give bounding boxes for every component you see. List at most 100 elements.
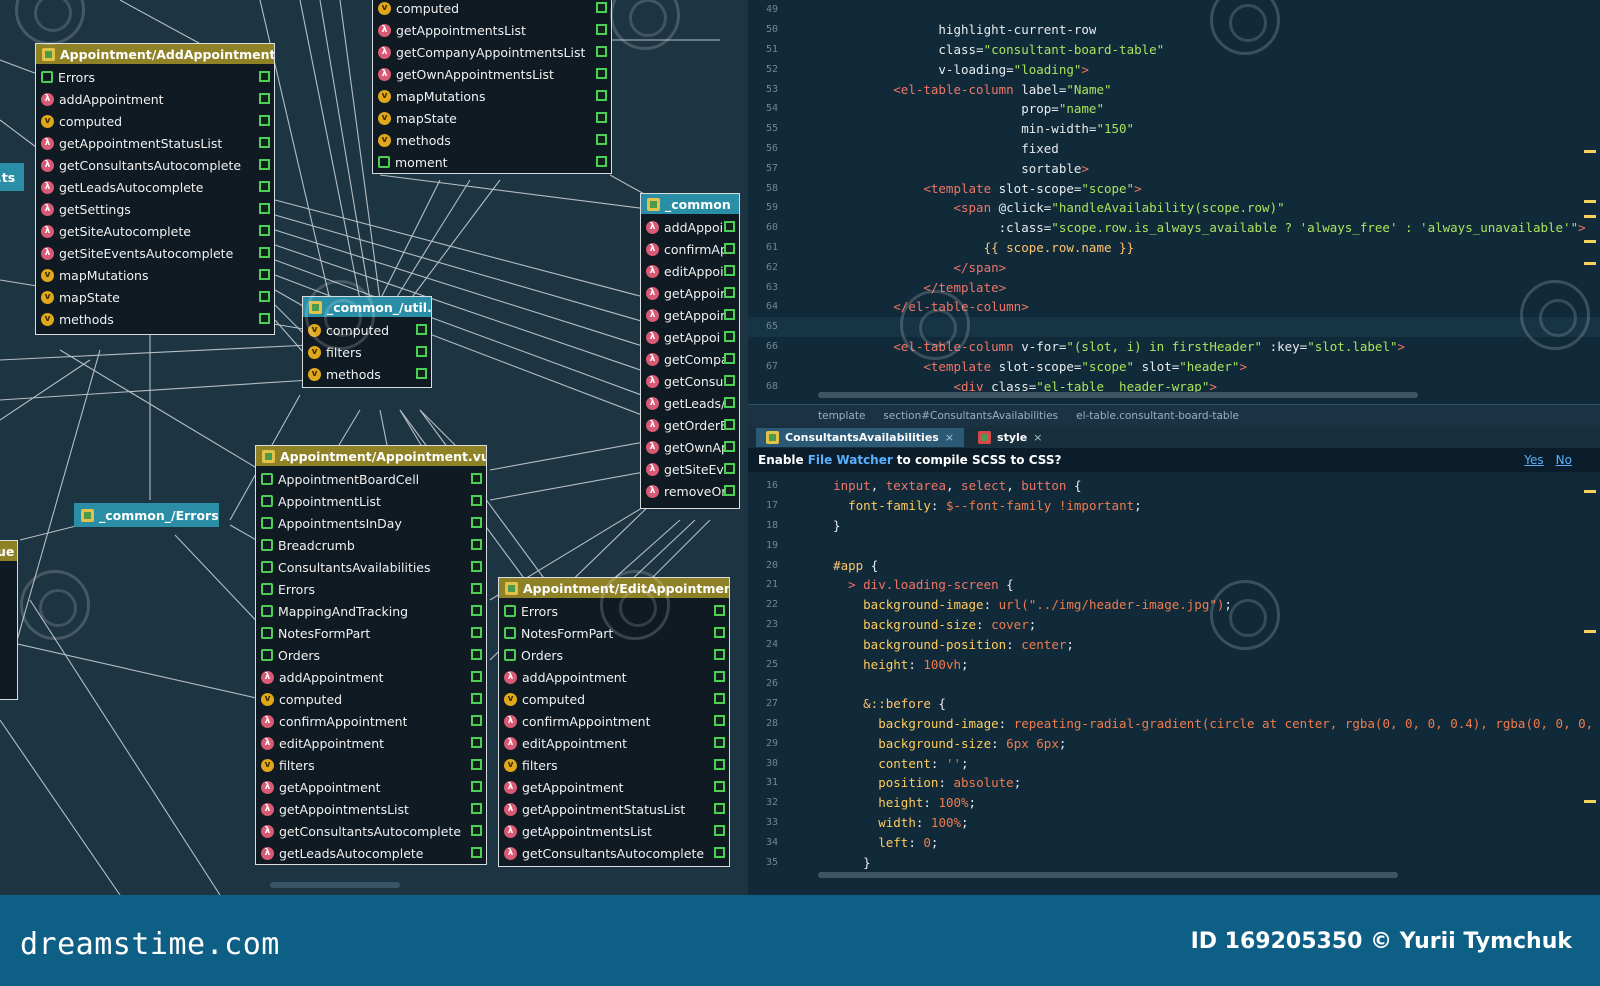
node-header[interactable]: Appointment/AddAppointment.vue bbox=[36, 44, 274, 64]
node-edit-appointment-vue[interactable]: Appointment/EditAppointment.vue Errors No… bbox=[498, 577, 730, 867]
code-line[interactable]: 53 <el-table-column label="Name" bbox=[748, 79, 1600, 99]
yes-link[interactable]: Yes bbox=[1524, 453, 1543, 467]
connector-port-icon[interactable] bbox=[471, 847, 482, 858]
connector-port-icon[interactable] bbox=[259, 269, 270, 280]
code-line[interactable]: 56 fixed bbox=[748, 139, 1600, 159]
code-line[interactable]: 27 &::before { bbox=[748, 694, 1600, 714]
member-row[interactable]: λ getAppointment bbox=[499, 776, 729, 798]
connector-port-icon[interactable] bbox=[259, 115, 270, 126]
member-row[interactable]: AppointmentBoardCell bbox=[256, 468, 486, 490]
node-header[interactable]: _common_/Errors.js bbox=[75, 504, 218, 526]
member-row[interactable]: λ confirmAppointment bbox=[256, 710, 486, 732]
code-line[interactable]: 61 {{ scope.row.name }} bbox=[748, 238, 1600, 258]
member-row[interactable]: λ getLeads/ bbox=[641, 392, 739, 414]
connector-port-icon[interactable] bbox=[471, 539, 482, 550]
member-row[interactable]: v computed bbox=[373, 0, 611, 19]
connector-port-icon[interactable] bbox=[471, 561, 482, 572]
member-row[interactable]: λ getConsultantsAutocomplete bbox=[499, 842, 729, 864]
connector-port-icon[interactable] bbox=[471, 781, 482, 792]
code-line[interactable]: 30 content: ''; bbox=[748, 753, 1600, 773]
node-add-appointment-vue[interactable]: Appointment/AddAppointment.vue Errorsλad… bbox=[35, 43, 275, 335]
member-row[interactable]: λ addAppointment bbox=[256, 666, 486, 688]
member-row[interactable]: Errors bbox=[256, 578, 486, 600]
member-row[interactable]: Breadcrumb bbox=[256, 534, 486, 556]
connector-port-icon[interactable] bbox=[596, 24, 607, 35]
member-row[interactable]: v computed bbox=[499, 688, 729, 710]
code-line[interactable]: 62 </span> bbox=[748, 257, 1600, 277]
member-row[interactable]: λ getOrderE bbox=[641, 414, 739, 436]
connector-port-icon[interactable] bbox=[259, 247, 270, 258]
member-row[interactable]: λ getSettings bbox=[36, 198, 274, 220]
template-code-view[interactable]: 49 50 highlight-current-row 51 class="cons… bbox=[748, 0, 1600, 396]
connector-port-icon[interactable] bbox=[259, 225, 270, 236]
member-row[interactable]: λ editAppointment bbox=[499, 732, 729, 754]
member-row[interactable]: λ getOwnAp bbox=[641, 436, 739, 458]
code-line[interactable]: 24 background-position: center; bbox=[748, 634, 1600, 654]
connector-port-icon[interactable] bbox=[471, 517, 482, 528]
connector-port-icon[interactable] bbox=[724, 287, 735, 298]
node-common-errors-js[interactable]: _common_/Errors.js bbox=[74, 503, 219, 527]
connector-port-icon[interactable] bbox=[714, 605, 725, 616]
close-icon[interactable]: × bbox=[945, 431, 954, 444]
member-row[interactable]: λ getLeadsAutocomplete bbox=[36, 176, 274, 198]
member-row[interactable]: λ getSiteEve bbox=[641, 458, 739, 480]
node-appointment-vue[interactable]: Appointment/Appointment.vue AppointmentB… bbox=[255, 445, 487, 865]
connector-port-icon[interactable] bbox=[724, 309, 735, 320]
member-row[interactable]: λ getAppointmentsList bbox=[499, 820, 729, 842]
connector-port-icon[interactable] bbox=[596, 2, 607, 13]
bottom-editor-scrollbar[interactable] bbox=[818, 872, 1398, 878]
member-row[interactable]: λ getAppointmentStatusList bbox=[36, 132, 274, 154]
member-row[interactable]: λ getCompa bbox=[641, 348, 739, 370]
connector-port-icon[interactable] bbox=[724, 221, 735, 232]
connector-port-icon[interactable] bbox=[471, 803, 482, 814]
code-line[interactable]: 35 } bbox=[748, 852, 1600, 872]
connector-port-icon[interactable] bbox=[471, 473, 482, 484]
breadcrumb-item[interactable]: el-table.consultant-board-table bbox=[1076, 410, 1239, 422]
code-line[interactable]: 66 <el-table-column v-for="(slot, i) in … bbox=[748, 337, 1600, 357]
member-row[interactable]: MappingAndTracking bbox=[256, 600, 486, 622]
close-icon[interactable]: × bbox=[1033, 431, 1042, 444]
connector-port-icon[interactable] bbox=[416, 346, 427, 357]
member-row[interactable]: λ editAppointment bbox=[256, 732, 486, 754]
code-line[interactable]: 17 font-family: $--font-family !importan… bbox=[748, 496, 1600, 516]
code-line[interactable]: 59 <span @click="handleAvailability(scop… bbox=[748, 198, 1600, 218]
connector-port-icon[interactable] bbox=[724, 485, 735, 496]
member-row[interactable]: v methods bbox=[303, 363, 431, 385]
member-row[interactable]: λ confirmAppointment bbox=[499, 710, 729, 732]
connector-port-icon[interactable] bbox=[471, 671, 482, 682]
code-line[interactable]: 51 class="consultant-board-table" bbox=[748, 40, 1600, 60]
connector-port-icon[interactable] bbox=[471, 759, 482, 770]
connector-port-icon[interactable] bbox=[714, 671, 725, 682]
member-row[interactable]: λ getAppointmentsList bbox=[373, 19, 611, 41]
connector-port-icon[interactable] bbox=[724, 243, 735, 254]
node-vue-file-partial[interactable]: ue bbox=[0, 540, 18, 700]
code-line[interactable]: 32 height: 100%; bbox=[748, 793, 1600, 813]
tab-consultants-availabilities[interactable]: ConsultantsAvailabilities × bbox=[756, 427, 965, 447]
member-row[interactable]: ConsultantsAvailabilities bbox=[256, 556, 486, 578]
code-line[interactable]: 55 min-width="150" bbox=[748, 119, 1600, 139]
code-line[interactable]: 50 highlight-current-row bbox=[748, 20, 1600, 40]
connector-port-icon[interactable] bbox=[259, 137, 270, 148]
connector-port-icon[interactable] bbox=[471, 825, 482, 836]
member-row[interactable]: v methods bbox=[373, 129, 611, 151]
breadcrumb-item[interactable]: template bbox=[818, 410, 865, 422]
member-row[interactable]: λ getConsultantsAutocomplete bbox=[36, 154, 274, 176]
code-line[interactable]: 22 background-image: url("../img/header-… bbox=[748, 595, 1600, 615]
member-row[interactable]: v filters bbox=[256, 754, 486, 776]
top-editor-scrollbar[interactable] bbox=[818, 392, 1418, 398]
member-row[interactable]: λ getAppoi bbox=[641, 326, 739, 348]
code-line[interactable]: 58 <template slot-scope="scope"> bbox=[748, 178, 1600, 198]
connector-port-icon[interactable] bbox=[596, 156, 607, 167]
connector-port-icon[interactable] bbox=[714, 781, 725, 792]
file-watcher-link[interactable]: File Watcher bbox=[808, 453, 893, 467]
member-row[interactable]: λ addAppointment bbox=[499, 666, 729, 688]
code-line[interactable]: 63 </template> bbox=[748, 277, 1600, 297]
connector-port-icon[interactable] bbox=[471, 627, 482, 638]
member-row[interactable]: λ getLeadsAutocomplete bbox=[256, 842, 486, 864]
member-row[interactable]: v mapState bbox=[373, 107, 611, 129]
member-row[interactable]: λ getAppointment bbox=[256, 776, 486, 798]
connector-port-icon[interactable] bbox=[471, 605, 482, 616]
connector-port-icon[interactable] bbox=[471, 649, 482, 660]
member-row[interactable]: AppointmentsInDay bbox=[256, 512, 486, 534]
node-common-api[interactable]: _common λ addAppoi λ confirmAp λ editAppoi λ ge… bbox=[640, 193, 740, 509]
